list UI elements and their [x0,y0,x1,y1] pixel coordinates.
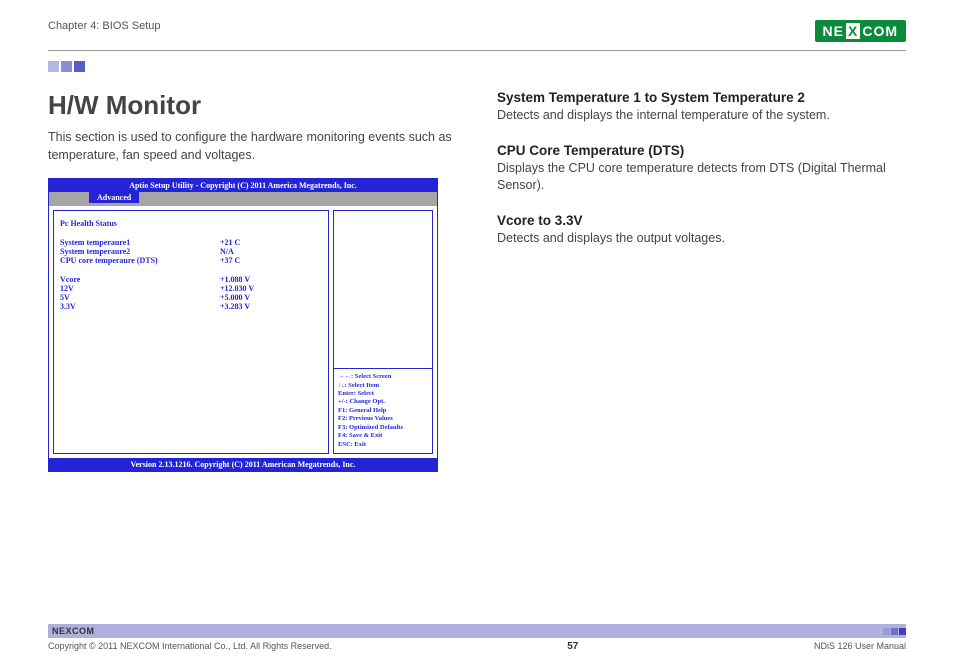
bios-row: 12V+12.030 V [60,284,322,293]
bios-tabrow: Advanced [49,192,437,206]
bios-footer: Version 2.13.1216. Copyright (C) 2011 Am… [49,458,437,471]
logo-x: X [846,23,860,39]
bios-row: System temperaure2N/A [60,247,322,256]
copyright-text: Copyright © 2011 NEXCOM International Co… [48,641,332,652]
footer-logo: NEXCOM [52,626,95,636]
bios-screenshot: Aptio Setup Utility - Copyright (C) 2011… [48,178,438,472]
section-body: Detects and displays the internal temper… [497,107,906,125]
bios-main-panel: Pc Health Status System temperaure1+21 C… [53,210,329,454]
bios-row: Vcore+1.088 V [60,275,322,284]
section-title: CPU Core Temperature (DTS) [497,143,906,158]
footer-accent-icon [882,628,906,635]
bios-row: System temperaure1+21 C [60,238,322,247]
bios-tab-advanced: Advanced [89,192,139,203]
logo-right: COM [862,23,898,39]
header-divider [48,50,906,51]
logo-left: NE [823,23,844,39]
footer-bar: NEXCOM [48,624,906,638]
bios-help-keys: →←: Select Screen ↑↓: Select Item Enter:… [334,368,432,453]
bios-row: CPU core temperaure (DTS)+37 C [60,256,322,265]
accent-blocks [48,61,906,72]
bios-row: 3.3V+3.283 V [60,302,322,311]
section-body: Detects and displays the output voltages… [497,230,906,248]
page-number: 57 [567,641,578,652]
bios-side-panel: →←: Select Screen ↑↓: Select Item Enter:… [333,210,433,454]
bios-titlebar: Aptio Setup Utility - Copyright (C) 2011… [49,179,437,192]
brand-logo: NEXCOM [815,20,906,42]
bios-row: 5V+5.000 V [60,293,322,302]
page-title: H/W Monitor [48,90,457,121]
chapter-label: Chapter 4: BIOS Setup [48,20,161,32]
manual-name: NDiS 126 User Manual [814,641,906,652]
section-body: Displays the CPU core temperature detect… [497,160,906,195]
bios-section-heading: Pc Health Status [60,219,322,228]
intro-text: This section is used to configure the ha… [48,129,457,164]
section-title: Vcore to 3.3V [497,213,906,228]
section-title: System Temperature 1 to System Temperatu… [497,90,906,105]
